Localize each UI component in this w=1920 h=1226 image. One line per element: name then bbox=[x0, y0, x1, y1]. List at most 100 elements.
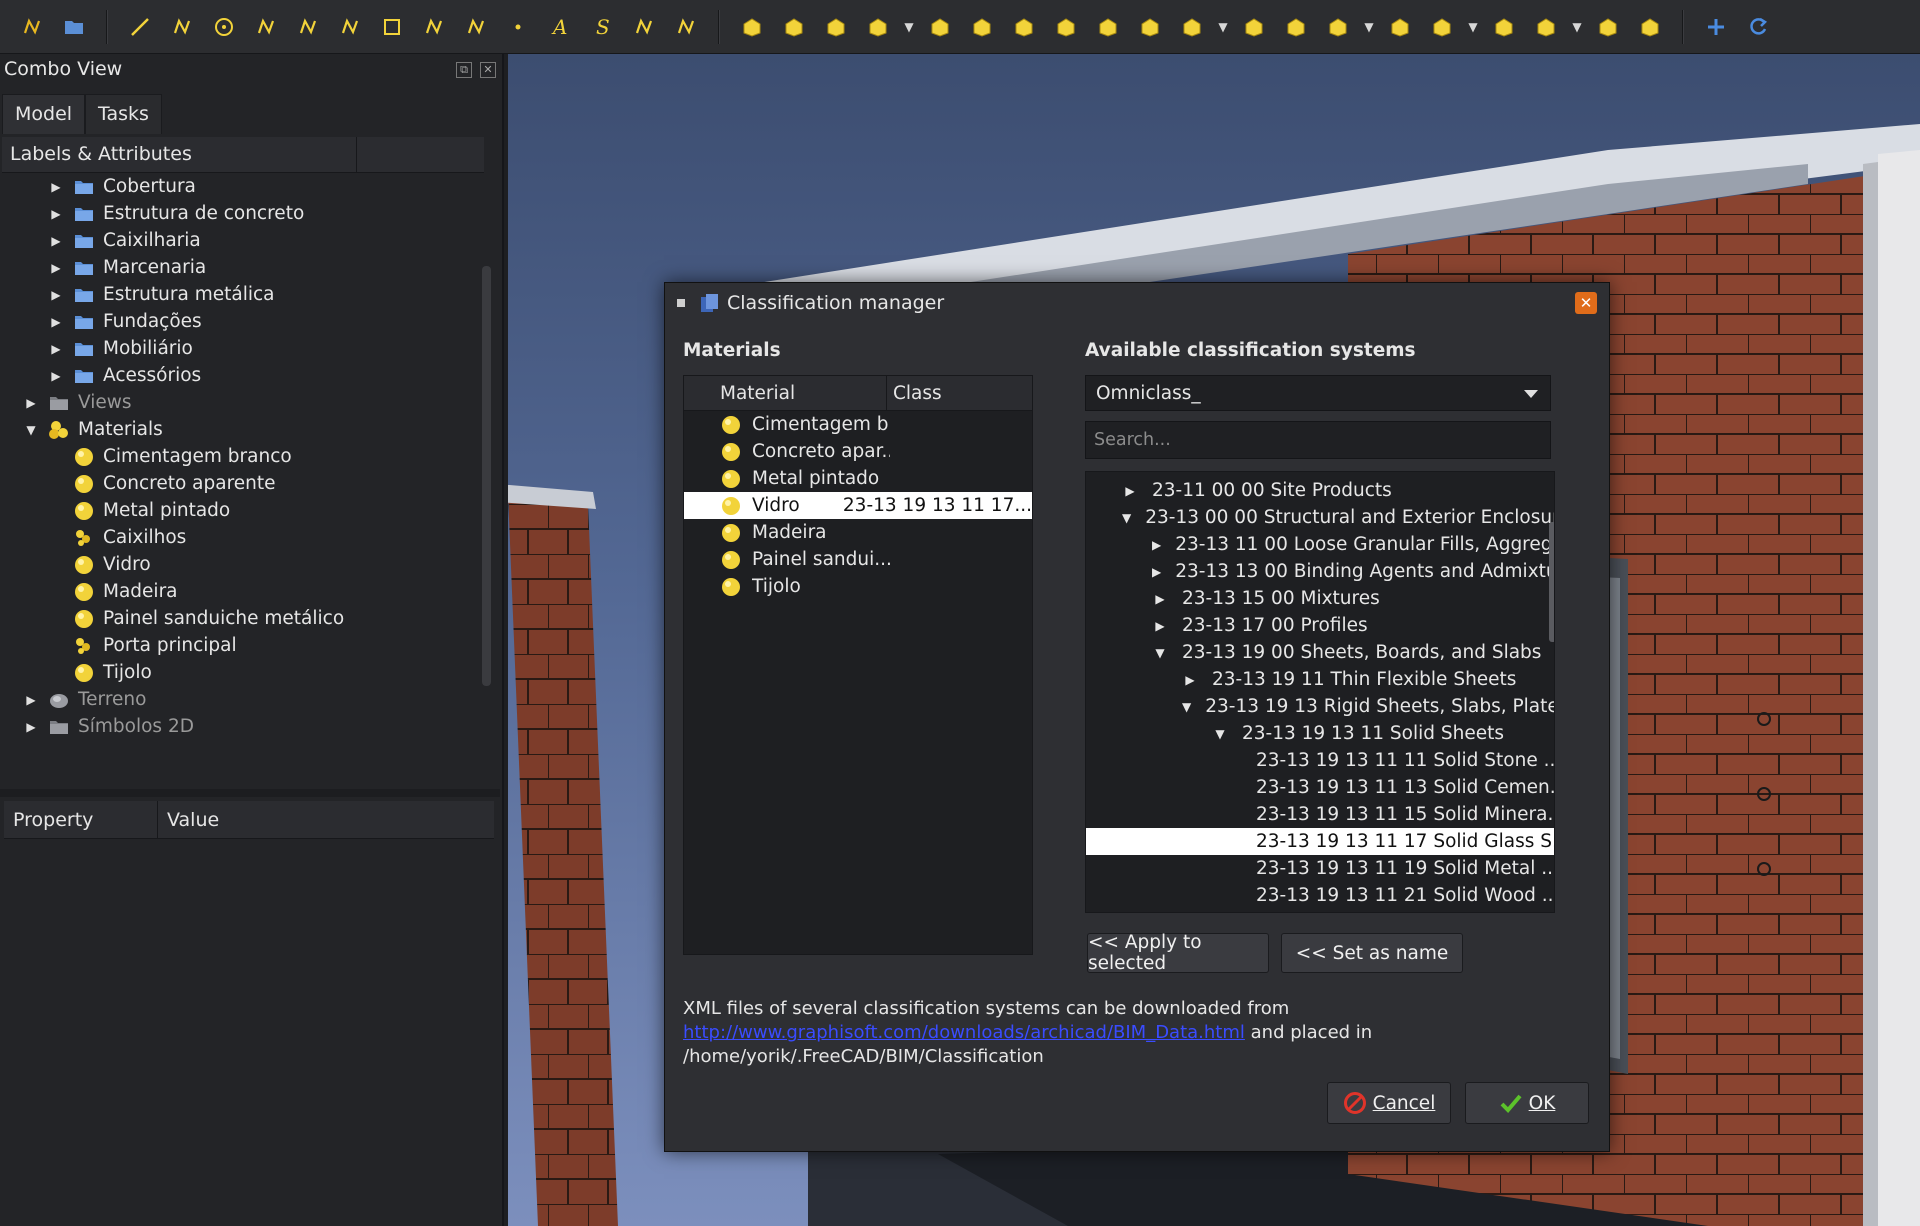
rebar-icon[interactable] bbox=[818, 9, 854, 45]
close-panel-icon[interactable]: ✕ bbox=[480, 62, 496, 78]
toolbar-dropdown-icon[interactable]: ▼ bbox=[1570, 20, 1584, 34]
classification-item[interactable]: ▶ 23-13 19 11 Thin Flexible Sheets bbox=[1086, 666, 1554, 693]
classification-item[interactable]: 23-13 19 13 11 13 Solid Cemen... bbox=[1086, 774, 1554, 801]
expand-right-icon[interactable]: ▶ bbox=[49, 180, 63, 194]
material-icon[interactable] bbox=[1486, 9, 1522, 45]
value-column-header[interactable]: Value bbox=[158, 801, 228, 838]
tree-item[interactable]: Metal pintado bbox=[2, 497, 478, 524]
tree-item[interactable]: ▶ Marcenaria bbox=[2, 254, 478, 281]
roof-icon[interactable] bbox=[964, 9, 1000, 45]
expand-right-icon[interactable]: ▶ bbox=[1152, 538, 1161, 552]
material-row[interactable]: Cimentagem b... bbox=[684, 411, 1032, 438]
expand-right-icon[interactable]: ▶ bbox=[24, 693, 38, 707]
tree-item[interactable]: ▶ Estrutura de concreto bbox=[2, 200, 478, 227]
expand-right-icon[interactable]: ▶ bbox=[24, 720, 38, 734]
material-row[interactable]: Vidro 23-13 19 13 11 17... bbox=[684, 492, 1032, 519]
classification-item[interactable]: ▼ 23-13 19 13 11 Solid Sheets bbox=[1086, 720, 1554, 747]
workbench-icon[interactable] bbox=[14, 9, 50, 45]
frame-icon[interactable] bbox=[1048, 9, 1084, 45]
structure-icon[interactable] bbox=[776, 9, 812, 45]
equipment-icon[interactable] bbox=[922, 9, 958, 45]
toolbar-dropdown-icon[interactable]: ▼ bbox=[1216, 20, 1230, 34]
set-as-name-button[interactable]: << Set as name bbox=[1281, 933, 1463, 973]
tree-item[interactable]: ▶ Estrutura metálica bbox=[2, 281, 478, 308]
expand-right-icon[interactable]: ▶ bbox=[1182, 673, 1198, 687]
tree-item[interactable]: ▶ Cobertura bbox=[2, 173, 478, 200]
expand-right-icon[interactable]: ▶ bbox=[49, 261, 63, 275]
tree-item[interactable]: Porta principal bbox=[2, 632, 478, 659]
classification-item[interactable]: 23-13 19 13 11 11 Solid Stone ... bbox=[1086, 747, 1554, 774]
schedule-icon[interactable] bbox=[1424, 9, 1460, 45]
classification-item[interactable]: ▶ 23-13 13 00 Binding Agents and Admixtu.… bbox=[1086, 558, 1554, 585]
class-column-header[interactable]: Class bbox=[887, 376, 948, 410]
material-row[interactable]: Madeira bbox=[684, 519, 1032, 546]
axis-icon[interactable] bbox=[1590, 9, 1626, 45]
expand-right-icon[interactable]: ▶ bbox=[49, 315, 63, 329]
classification-item[interactable]: 23-13 19 13 11 15 Solid Minera... bbox=[1086, 801, 1554, 828]
expand-right-icon[interactable]: ▶ bbox=[49, 207, 63, 221]
toolbar-dropdown-icon[interactable]: ▼ bbox=[1362, 20, 1376, 34]
expand-down-icon[interactable]: ▼ bbox=[1122, 511, 1131, 525]
polygon-icon[interactable] bbox=[332, 9, 368, 45]
dimension-icon[interactable] bbox=[626, 9, 662, 45]
expand-right-icon[interactable]: ▶ bbox=[1152, 592, 1168, 606]
stairs-icon[interactable] bbox=[1090, 9, 1126, 45]
tab-model[interactable]: Model bbox=[2, 94, 86, 134]
tab-tasks[interactable]: Tasks bbox=[85, 94, 162, 134]
material-row[interactable]: Painel sandui... bbox=[684, 546, 1032, 573]
section-icon[interactable] bbox=[1632, 9, 1668, 45]
expand-down-icon[interactable]: ▼ bbox=[1182, 700, 1191, 714]
expand-down-icon[interactable]: ▼ bbox=[1152, 646, 1168, 660]
classification-item[interactable]: ▼ 23-13 00 00 Structural and Exterior Enc… bbox=[1086, 504, 1554, 531]
arc-3pt-icon[interactable] bbox=[290, 9, 326, 45]
classification-item[interactable]: 23-13 19 13 11 17 Solid Glass S... bbox=[1086, 828, 1554, 855]
apply-to-selected-button[interactable]: << Apply to selected bbox=[1087, 932, 1269, 974]
expand-right-icon[interactable]: ▶ bbox=[1122, 484, 1138, 498]
tree-item[interactable]: Madeira bbox=[2, 578, 478, 605]
wall-icon[interactable] bbox=[734, 9, 770, 45]
tree-item[interactable]: Caixilhos bbox=[2, 524, 478, 551]
material-row[interactable]: Tijolo bbox=[684, 573, 1032, 600]
tree-item[interactable]: Vidro bbox=[2, 551, 478, 578]
tree-scrollbar[interactable] bbox=[482, 266, 491, 686]
tree-item[interactable]: Painel sanduiche metálico bbox=[2, 605, 478, 632]
window-menu-icon[interactable] bbox=[677, 299, 685, 307]
expand-down-icon[interactable]: ▼ bbox=[24, 423, 38, 437]
arc-icon[interactable] bbox=[248, 9, 284, 45]
classification-item[interactable]: ▶ 23-13 15 00 Mixtures bbox=[1086, 585, 1554, 612]
tree-item[interactable]: ▼ Materials bbox=[2, 416, 478, 443]
property-column-header[interactable]: Property bbox=[4, 801, 158, 838]
open-folder-icon[interactable] bbox=[56, 9, 92, 45]
tree-item[interactable]: ▶ Acessórios bbox=[2, 362, 478, 389]
label-icon[interactable] bbox=[668, 9, 704, 45]
line-icon[interactable] bbox=[122, 9, 158, 45]
material-column-header[interactable]: Material bbox=[684, 376, 887, 410]
expand-right-icon[interactable]: ▶ bbox=[1152, 565, 1161, 579]
toolbar-dropdown-icon[interactable]: ▼ bbox=[1466, 20, 1480, 34]
expand-right-icon[interactable]: ▶ bbox=[49, 234, 63, 248]
refresh-icon[interactable] bbox=[1740, 9, 1776, 45]
tree-item[interactable]: ▶ Mobiliário bbox=[2, 335, 478, 362]
building-icon[interactable] bbox=[1320, 9, 1356, 45]
tree-item[interactable]: ▶ Fundações bbox=[2, 308, 478, 335]
dialog-titlebar[interactable]: Classification manager ✕ bbox=[665, 283, 1609, 323]
material-row[interactable]: Concreto apar... bbox=[684, 438, 1032, 465]
add-icon[interactable] bbox=[1698, 9, 1734, 45]
ok-button[interactable]: OK bbox=[1465, 1082, 1589, 1124]
tree-item[interactable]: ▶ Terreno bbox=[2, 686, 478, 713]
text-icon[interactable]: A bbox=[542, 9, 578, 45]
classification-item[interactable]: 23-13 19 13 11 19 Solid Metal ... bbox=[1086, 855, 1554, 882]
tree-item[interactable]: ▶ Views bbox=[2, 389, 478, 416]
expand-right-icon[interactable]: ▶ bbox=[49, 342, 63, 356]
classification-item[interactable]: ▶ 23-13 17 00 Profiles bbox=[1086, 612, 1554, 639]
bezier-icon[interactable] bbox=[458, 9, 494, 45]
point-icon[interactable] bbox=[500, 9, 536, 45]
expand-right-icon[interactable]: ▶ bbox=[1152, 619, 1168, 633]
expand-right-icon[interactable]: ▶ bbox=[49, 288, 63, 302]
tree-item[interactable]: Concreto aparente bbox=[2, 470, 478, 497]
tree-column-header[interactable]: Labels & Attributes bbox=[2, 137, 356, 173]
circle-icon[interactable] bbox=[206, 9, 242, 45]
expand-right-icon[interactable]: ▶ bbox=[49, 369, 63, 383]
wire-icon[interactable] bbox=[164, 9, 200, 45]
close-icon[interactable]: ✕ bbox=[1575, 292, 1597, 314]
